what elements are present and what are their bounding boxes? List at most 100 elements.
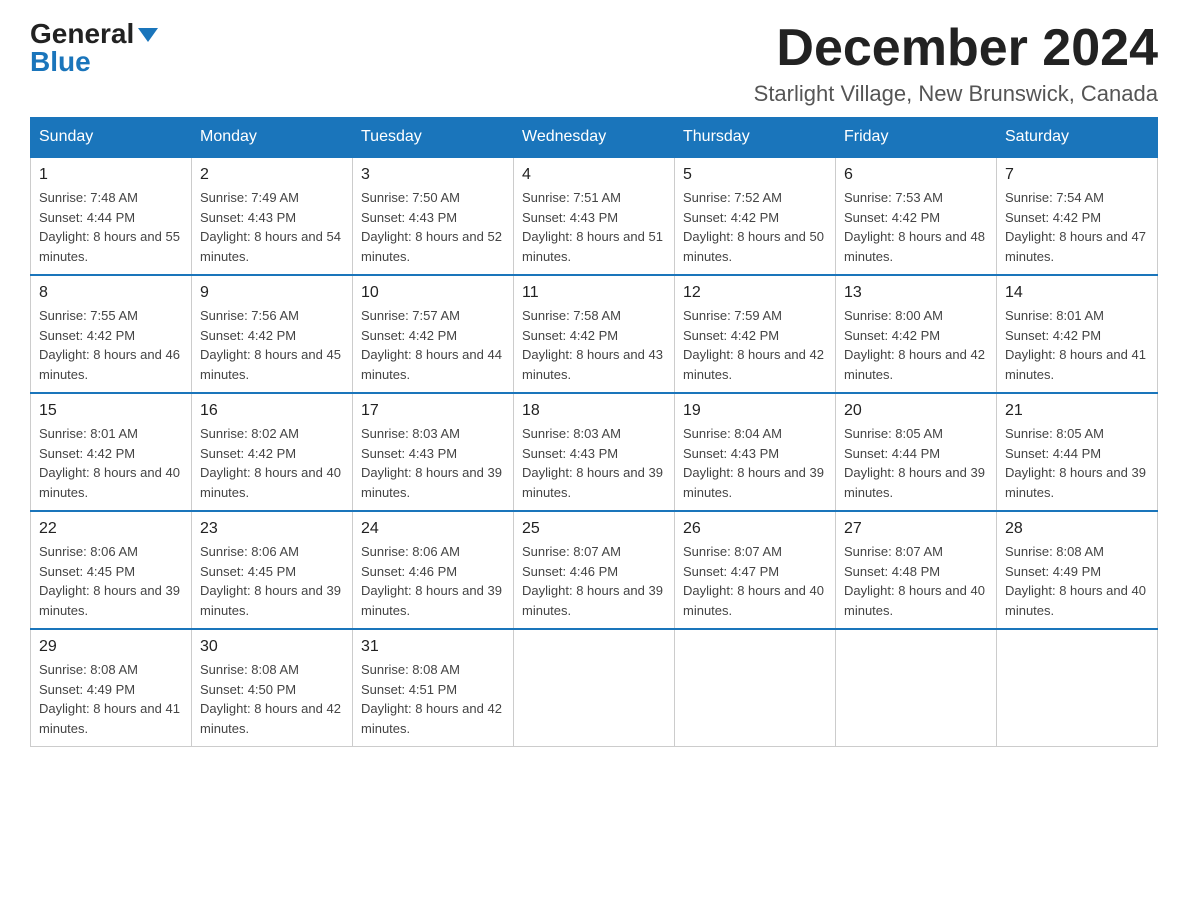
title-block: December 2024 Starlight Village, New Bru…: [754, 20, 1158, 107]
day-info: Sunrise: 8:08 AMSunset: 4:51 PMDaylight:…: [361, 662, 502, 736]
day-number: 14: [1005, 284, 1149, 302]
day-number: 2: [200, 166, 344, 184]
day-info: Sunrise: 8:08 AMSunset: 4:49 PMDaylight:…: [1005, 544, 1146, 618]
day-number: 4: [522, 166, 666, 184]
day-info: Sunrise: 7:54 AMSunset: 4:42 PMDaylight:…: [1005, 190, 1146, 264]
day-info: Sunrise: 8:05 AMSunset: 4:44 PMDaylight:…: [1005, 426, 1146, 500]
calendar-cell: 21 Sunrise: 8:05 AMSunset: 4:44 PMDaylig…: [997, 393, 1158, 511]
day-info: Sunrise: 7:51 AMSunset: 4:43 PMDaylight:…: [522, 190, 663, 264]
day-info: Sunrise: 8:01 AMSunset: 4:42 PMDaylight:…: [39, 426, 180, 500]
calendar-cell: 25 Sunrise: 8:07 AMSunset: 4:46 PMDaylig…: [514, 511, 675, 629]
calendar-cell: 13 Sunrise: 8:00 AMSunset: 4:42 PMDaylig…: [836, 275, 997, 393]
calendar-cell: 10 Sunrise: 7:57 AMSunset: 4:42 PMDaylig…: [353, 275, 514, 393]
day-number: 13: [844, 284, 988, 302]
calendar-cell: 4 Sunrise: 7:51 AMSunset: 4:43 PMDayligh…: [514, 157, 675, 275]
calendar-cell: 9 Sunrise: 7:56 AMSunset: 4:42 PMDayligh…: [192, 275, 353, 393]
day-info: Sunrise: 8:07 AMSunset: 4:48 PMDaylight:…: [844, 544, 985, 618]
day-info: Sunrise: 8:06 AMSunset: 4:45 PMDaylight:…: [200, 544, 341, 618]
calendar-cell: 11 Sunrise: 7:58 AMSunset: 4:42 PMDaylig…: [514, 275, 675, 393]
day-number: 26: [683, 520, 827, 538]
header-thursday: Thursday: [675, 118, 836, 158]
day-number: 9: [200, 284, 344, 302]
day-number: 20: [844, 402, 988, 420]
day-info: Sunrise: 7:55 AMSunset: 4:42 PMDaylight:…: [39, 308, 180, 382]
calendar-cell: 17 Sunrise: 8:03 AMSunset: 4:43 PMDaylig…: [353, 393, 514, 511]
calendar-cell: 14 Sunrise: 8:01 AMSunset: 4:42 PMDaylig…: [997, 275, 1158, 393]
day-number: 8: [39, 284, 183, 302]
calendar-cell: 2 Sunrise: 7:49 AMSunset: 4:43 PMDayligh…: [192, 157, 353, 275]
header-sunday: Sunday: [31, 118, 192, 158]
calendar-cell: 28 Sunrise: 8:08 AMSunset: 4:49 PMDaylig…: [997, 511, 1158, 629]
header-monday: Monday: [192, 118, 353, 158]
calendar-cell: 20 Sunrise: 8:05 AMSunset: 4:44 PMDaylig…: [836, 393, 997, 511]
location-title: Starlight Village, New Brunswick, Canada: [754, 81, 1158, 107]
page-header: General Blue December 2024 Starlight Vil…: [30, 20, 1158, 107]
day-number: 7: [1005, 166, 1149, 184]
calendar-cell: 24 Sunrise: 8:06 AMSunset: 4:46 PMDaylig…: [353, 511, 514, 629]
day-info: Sunrise: 8:05 AMSunset: 4:44 PMDaylight:…: [844, 426, 985, 500]
day-number: 11: [522, 284, 666, 302]
calendar-cell: [836, 629, 997, 747]
day-number: 27: [844, 520, 988, 538]
calendar-cell: 5 Sunrise: 7:52 AMSunset: 4:42 PMDayligh…: [675, 157, 836, 275]
month-title: December 2024: [754, 20, 1158, 77]
day-info: Sunrise: 7:59 AMSunset: 4:42 PMDaylight:…: [683, 308, 824, 382]
day-number: 23: [200, 520, 344, 538]
day-info: Sunrise: 7:52 AMSunset: 4:42 PMDaylight:…: [683, 190, 824, 264]
day-number: 6: [844, 166, 988, 184]
day-info: Sunrise: 7:49 AMSunset: 4:43 PMDaylight:…: [200, 190, 341, 264]
day-info: Sunrise: 8:03 AMSunset: 4:43 PMDaylight:…: [522, 426, 663, 500]
calendar-cell: 18 Sunrise: 8:03 AMSunset: 4:43 PMDaylig…: [514, 393, 675, 511]
day-number: 25: [522, 520, 666, 538]
calendar-cell: 7 Sunrise: 7:54 AMSunset: 4:42 PMDayligh…: [997, 157, 1158, 275]
calendar-cell: 1 Sunrise: 7:48 AMSunset: 4:44 PMDayligh…: [31, 157, 192, 275]
calendar-cell: 26 Sunrise: 8:07 AMSunset: 4:47 PMDaylig…: [675, 511, 836, 629]
day-number: 30: [200, 638, 344, 656]
day-info: Sunrise: 8:07 AMSunset: 4:47 PMDaylight:…: [683, 544, 824, 618]
day-number: 21: [1005, 402, 1149, 420]
calendar-header-row: Sunday Monday Tuesday Wednesday Thursday…: [31, 118, 1158, 158]
calendar-cell: 19 Sunrise: 8:04 AMSunset: 4:43 PMDaylig…: [675, 393, 836, 511]
calendar-cell: 3 Sunrise: 7:50 AMSunset: 4:43 PMDayligh…: [353, 157, 514, 275]
day-info: Sunrise: 7:48 AMSunset: 4:44 PMDaylight:…: [39, 190, 180, 264]
header-wednesday: Wednesday: [514, 118, 675, 158]
day-info: Sunrise: 7:53 AMSunset: 4:42 PMDaylight:…: [844, 190, 985, 264]
day-info: Sunrise: 8:06 AMSunset: 4:46 PMDaylight:…: [361, 544, 502, 618]
calendar-cell: 30 Sunrise: 8:08 AMSunset: 4:50 PMDaylig…: [192, 629, 353, 747]
day-info: Sunrise: 7:58 AMSunset: 4:42 PMDaylight:…: [522, 308, 663, 382]
day-number: 16: [200, 402, 344, 420]
day-number: 22: [39, 520, 183, 538]
day-number: 19: [683, 402, 827, 420]
day-info: Sunrise: 8:08 AMSunset: 4:49 PMDaylight:…: [39, 662, 180, 736]
calendar-cell: 29 Sunrise: 8:08 AMSunset: 4:49 PMDaylig…: [31, 629, 192, 747]
calendar-cell: 8 Sunrise: 7:55 AMSunset: 4:42 PMDayligh…: [31, 275, 192, 393]
day-info: Sunrise: 8:00 AMSunset: 4:42 PMDaylight:…: [844, 308, 985, 382]
day-info: Sunrise: 8:02 AMSunset: 4:42 PMDaylight:…: [200, 426, 341, 500]
day-info: Sunrise: 8:04 AMSunset: 4:43 PMDaylight:…: [683, 426, 824, 500]
day-info: Sunrise: 7:50 AMSunset: 4:43 PMDaylight:…: [361, 190, 502, 264]
logo-triangle-icon: [138, 28, 158, 42]
calendar-cell: 15 Sunrise: 8:01 AMSunset: 4:42 PMDaylig…: [31, 393, 192, 511]
calendar-cell: [997, 629, 1158, 747]
week-row-4: 22 Sunrise: 8:06 AMSunset: 4:45 PMDaylig…: [31, 511, 1158, 629]
day-info: Sunrise: 7:56 AMSunset: 4:42 PMDaylight:…: [200, 308, 341, 382]
week-row-1: 1 Sunrise: 7:48 AMSunset: 4:44 PMDayligh…: [31, 157, 1158, 275]
logo: General Blue: [30, 20, 158, 76]
day-number: 17: [361, 402, 505, 420]
day-number: 18: [522, 402, 666, 420]
week-row-2: 8 Sunrise: 7:55 AMSunset: 4:42 PMDayligh…: [31, 275, 1158, 393]
day-info: Sunrise: 7:57 AMSunset: 4:42 PMDaylight:…: [361, 308, 502, 382]
header-tuesday: Tuesday: [353, 118, 514, 158]
calendar-table: Sunday Monday Tuesday Wednesday Thursday…: [30, 117, 1158, 747]
day-number: 1: [39, 166, 183, 184]
week-row-3: 15 Sunrise: 8:01 AMSunset: 4:42 PMDaylig…: [31, 393, 1158, 511]
day-number: 3: [361, 166, 505, 184]
calendar-cell: 27 Sunrise: 8:07 AMSunset: 4:48 PMDaylig…: [836, 511, 997, 629]
day-number: 28: [1005, 520, 1149, 538]
calendar-cell: 31 Sunrise: 8:08 AMSunset: 4:51 PMDaylig…: [353, 629, 514, 747]
header-friday: Friday: [836, 118, 997, 158]
calendar-cell: 23 Sunrise: 8:06 AMSunset: 4:45 PMDaylig…: [192, 511, 353, 629]
day-number: 10: [361, 284, 505, 302]
calendar-cell: 6 Sunrise: 7:53 AMSunset: 4:42 PMDayligh…: [836, 157, 997, 275]
day-info: Sunrise: 8:03 AMSunset: 4:43 PMDaylight:…: [361, 426, 502, 500]
